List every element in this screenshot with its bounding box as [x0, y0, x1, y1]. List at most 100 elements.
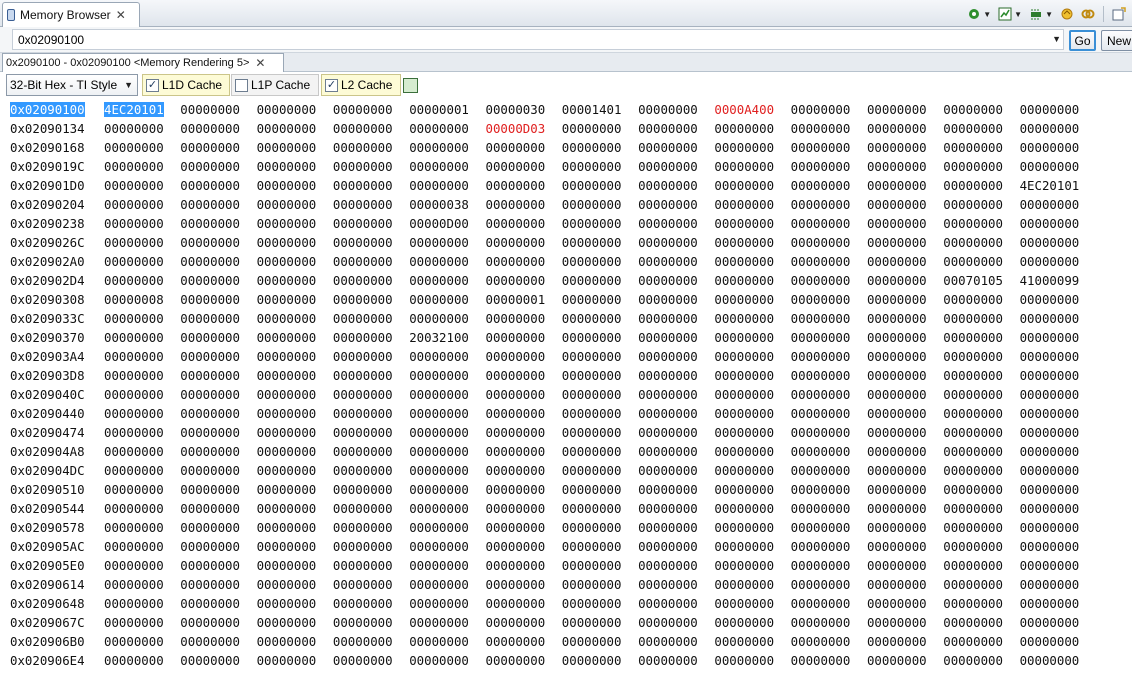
memory-cell[interactable]: 00000000: [943, 558, 1019, 573]
memory-cell[interactable]: 41000099: [1020, 273, 1096, 288]
memory-cell[interactable]: 00000000: [1020, 159, 1096, 174]
memory-cell[interactable]: 00000000: [485, 558, 561, 573]
memory-cell[interactable]: 00000000: [714, 311, 790, 326]
memory-cell[interactable]: 00000000: [409, 311, 485, 326]
memory-cell[interactable]: 00000000: [257, 292, 333, 307]
memory-cell[interactable]: 00000000: [867, 159, 943, 174]
memory-cell[interactable]: 00000000: [409, 254, 485, 269]
memory-cell[interactable]: 00000000: [714, 273, 790, 288]
memory-cell[interactable]: 00000000: [257, 102, 333, 117]
memory-cell[interactable]: 00000000: [867, 482, 943, 497]
memory-cell[interactable]: 00000000: [333, 216, 409, 231]
memory-cell[interactable]: 00000000: [485, 539, 561, 554]
memory-cell[interactable]: 00000000: [409, 349, 485, 364]
memory-cell[interactable]: 00000000: [409, 178, 485, 193]
go-button[interactable]: Go: [1069, 30, 1096, 51]
memory-cell[interactable]: 00000000: [104, 140, 180, 155]
memory-cell[interactable]: 00000000: [409, 520, 485, 535]
memory-cell[interactable]: 00000000: [943, 254, 1019, 269]
memory-cell[interactable]: 00000000: [104, 615, 180, 630]
memory-cell[interactable]: 00000000: [867, 577, 943, 592]
memory-cell[interactable]: 00000000: [104, 178, 180, 193]
memory-grid[interactable]: 0x02090100 4EC20101 00000000 00000000 000000…: [0, 100, 1132, 680]
memory-cell[interactable]: 00000000: [409, 634, 485, 649]
memory-cell[interactable]: 00000000: [714, 482, 790, 497]
memory-address[interactable]: 0x02090204: [0, 197, 104, 212]
memory-cell[interactable]: 00000000: [180, 254, 256, 269]
memory-cell[interactable]: 00000000: [409, 444, 485, 459]
memory-address[interactable]: 0x0209026C: [0, 235, 104, 250]
memory-cell[interactable]: 00000000: [562, 634, 638, 649]
memory-cell[interactable]: 00000000: [1020, 482, 1096, 497]
memory-cell[interactable]: 00000000: [180, 330, 256, 345]
memory-cell[interactable]: 00000000: [333, 368, 409, 383]
memory-cell[interactable]: 00000000: [943, 216, 1019, 231]
memory-cell[interactable]: 00000000: [1020, 235, 1096, 250]
memory-cell[interactable]: 00000000: [714, 653, 790, 668]
memory-cell[interactable]: 00000000: [180, 539, 256, 554]
memory-cell[interactable]: 00000000: [638, 349, 714, 364]
memory-cell[interactable]: 00000000: [409, 615, 485, 630]
memory-address[interactable]: 0x020902D4: [0, 273, 104, 288]
memory-cell[interactable]: 00000000: [485, 615, 561, 630]
memory-cell[interactable]: 00000000: [180, 634, 256, 649]
memory-cell[interactable]: 00000000: [791, 634, 867, 649]
memory-cell[interactable]: 00000000: [1020, 254, 1096, 269]
memory-cell[interactable]: 00000000: [791, 292, 867, 307]
memory-cell[interactable]: 00000000: [257, 577, 333, 592]
memory-cell[interactable]: 00000000: [257, 653, 333, 668]
memory-cell[interactable]: 00000000: [943, 634, 1019, 649]
memory-cell[interactable]: 00000000: [104, 197, 180, 212]
memory-cell[interactable]: 00000000: [333, 235, 409, 250]
memory-address[interactable]: 0x0209040C: [0, 387, 104, 402]
memory-cell[interactable]: 00000000: [867, 368, 943, 383]
memory-cell[interactable]: 00000000: [409, 463, 485, 478]
memory-cell[interactable]: 00000000: [409, 368, 485, 383]
memory-cell[interactable]: 00000000: [485, 577, 561, 592]
memory-cell[interactable]: 00000000: [562, 425, 638, 440]
memory-cell[interactable]: 00000000: [409, 273, 485, 288]
memory-cell[interactable]: 00000000: [333, 140, 409, 155]
memory-cell[interactable]: 00000000: [943, 330, 1019, 345]
memory-cell[interactable]: 00000000: [485, 159, 561, 174]
memory-cell[interactable]: 00000000: [180, 311, 256, 326]
memory-cell[interactable]: 00000000: [638, 596, 714, 611]
chevron-down-icon[interactable]: ▼: [1045, 10, 1053, 19]
memory-cell[interactable]: 00000000: [409, 558, 485, 573]
memory-cell[interactable]: 00000000: [104, 558, 180, 573]
memory-cell[interactable]: 00000000: [791, 121, 867, 136]
memory-cell[interactable]: 00000000: [257, 235, 333, 250]
memory-cell[interactable]: 00000000: [791, 140, 867, 155]
memory-cell[interactable]: 00000000: [180, 121, 256, 136]
memory-cell[interactable]: 00000000: [257, 558, 333, 573]
memory-cell[interactable]: 00000000: [409, 425, 485, 440]
memory-cell[interactable]: 00000000: [104, 254, 180, 269]
memory-cell[interactable]: 00000000: [638, 140, 714, 155]
memory-cell[interactable]: 00000000: [333, 292, 409, 307]
memory-cell[interactable]: 00000000: [485, 463, 561, 478]
memory-cell[interactable]: 00000000: [562, 501, 638, 516]
l2-cache-checkbox[interactable]: ✓: [325, 78, 338, 92]
memory-cell[interactable]: 00000000: [485, 406, 561, 421]
memory-cell[interactable]: 00000000: [714, 197, 790, 212]
memory-cell[interactable]: 00000000: [714, 615, 790, 630]
memory-cell[interactable]: 00000000: [1020, 368, 1096, 383]
memory-cell[interactable]: 00000000: [1020, 292, 1096, 307]
memory-cell[interactable]: 00000000: [333, 102, 409, 117]
memory-cell[interactable]: 00000000: [257, 539, 333, 554]
memory-address[interactable]: 0x020903A4: [0, 349, 104, 364]
memory-cell[interactable]: 00000000: [180, 615, 256, 630]
memory-cell[interactable]: 00000000: [562, 444, 638, 459]
memory-cell[interactable]: 00000000: [180, 140, 256, 155]
memory-cell[interactable]: 00000000: [791, 311, 867, 326]
memory-cell[interactable]: 00000000: [791, 539, 867, 554]
memory-cell[interactable]: 00000000: [562, 558, 638, 573]
close-icon[interactable]: ✕: [116, 9, 126, 21]
memory-cell[interactable]: 00000000: [333, 178, 409, 193]
memory-address[interactable]: 0x02090474: [0, 425, 104, 440]
memory-address[interactable]: 0x020903D8: [0, 368, 104, 383]
gear-button[interactable]: ▼: [965, 5, 993, 23]
memory-address[interactable]: 0x0209033C: [0, 311, 104, 326]
memory-cell[interactable]: 00000000: [943, 539, 1019, 554]
memory-address[interactable]: 0x020905AC: [0, 539, 104, 554]
